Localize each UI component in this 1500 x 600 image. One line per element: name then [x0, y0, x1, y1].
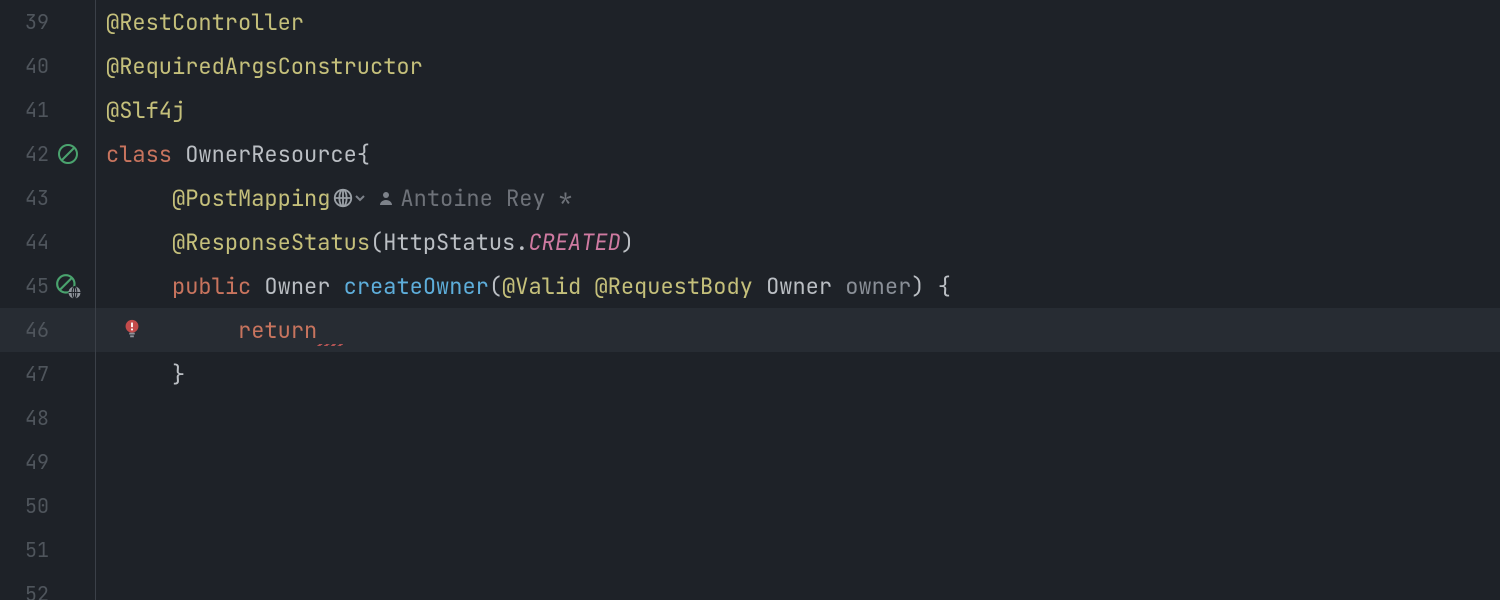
- chevron-down-icon: [354, 192, 366, 204]
- enum-const: CREATED: [528, 228, 620, 257]
- code-line[interactable]: @PostMapping Antoine Rey *: [96, 176, 1500, 220]
- line-number: 40: [15, 53, 49, 79]
- error-squiggle: [317, 314, 343, 346]
- code-line[interactable]: @ResponseStatus(HttpStatus.CREATED): [96, 220, 1500, 264]
- code-line[interactable]: [96, 572, 1500, 600]
- gutter-row[interactable]: 49: [0, 440, 95, 484]
- line-number: 41: [15, 97, 49, 123]
- gutter-row[interactable]: 50: [0, 484, 95, 528]
- code-editor: 39 40 41 42 43 44 45: [0, 0, 1500, 600]
- line-number: 48: [15, 405, 49, 431]
- error-bulb-icon[interactable]: [121, 318, 143, 340]
- class-name: OwnerResource: [185, 140, 357, 169]
- gutter-row[interactable]: 48: [0, 396, 95, 440]
- code-line[interactable]: @Slf4j: [96, 88, 1500, 132]
- gutter-row[interactable]: 52: [0, 572, 95, 600]
- code-line[interactable]: return: [96, 308, 1500, 352]
- code-line[interactable]: @RestController: [96, 0, 1500, 44]
- author-name: Antoine Rey *: [400, 184, 572, 213]
- annotation: @PostMapping: [172, 184, 330, 213]
- method-name: createOwner: [344, 272, 489, 301]
- keyword: return: [238, 316, 317, 345]
- line-number: 42: [15, 141, 49, 167]
- annotation: @RequiredArgsConstructor: [106, 52, 423, 81]
- code-line[interactable]: [96, 396, 1500, 440]
- code-line[interactable]: }: [96, 352, 1500, 396]
- code-line[interactable]: [96, 528, 1500, 572]
- disabled-inspection-icon[interactable]: [49, 142, 87, 166]
- line-number: 49: [15, 449, 49, 475]
- person-icon: [378, 190, 394, 206]
- endpoint-gutter-icon[interactable]: [49, 273, 87, 299]
- line-number: 44: [15, 229, 49, 255]
- code-line[interactable]: @RequiredArgsConstructor: [96, 44, 1500, 88]
- gutter-row[interactable]: 46: [0, 308, 95, 352]
- code-line[interactable]: class OwnerResource {: [96, 132, 1500, 176]
- author-inlay[interactable]: Antoine Rey *: [378, 184, 572, 213]
- line-number: 46: [15, 317, 49, 343]
- line-number: 50: [15, 493, 49, 519]
- brace: {: [357, 140, 370, 169]
- code-area[interactable]: @RestController @RequiredArgsConstructor…: [96, 0, 1500, 600]
- brace: }: [172, 360, 185, 389]
- code-line[interactable]: [96, 440, 1500, 484]
- parameter: owner: [845, 272, 911, 301]
- gutter-row[interactable]: 44: [0, 220, 95, 264]
- line-number: 51: [15, 537, 49, 563]
- code-line[interactable]: public Owner createOwner(@Valid @Request…: [96, 264, 1500, 308]
- gutter-row[interactable]: 41: [0, 88, 95, 132]
- annotation: @Slf4j: [106, 96, 185, 125]
- line-number: 45: [15, 273, 49, 299]
- line-number: 47: [15, 361, 49, 387]
- gutter-row[interactable]: 47: [0, 352, 95, 396]
- line-number: 39: [15, 9, 49, 35]
- url-mapping-inlay-icon[interactable]: [332, 187, 366, 209]
- gutter-row[interactable]: 39: [0, 0, 95, 44]
- keyword: class: [106, 140, 172, 169]
- gutter-row[interactable]: 40: [0, 44, 95, 88]
- gutter-row[interactable]: 42: [0, 132, 95, 176]
- gutter-row[interactable]: 43: [0, 176, 95, 220]
- gutter-row[interactable]: 45: [0, 264, 95, 308]
- line-number: 43: [15, 185, 49, 211]
- annotation: @ResponseStatus: [172, 228, 370, 257]
- gutter-row[interactable]: 51: [0, 528, 95, 572]
- gutter: 39 40 41 42 43 44 45: [0, 0, 96, 600]
- annotation: @RestController: [106, 8, 304, 37]
- code-line[interactable]: [96, 484, 1500, 528]
- line-number: 52: [15, 581, 49, 600]
